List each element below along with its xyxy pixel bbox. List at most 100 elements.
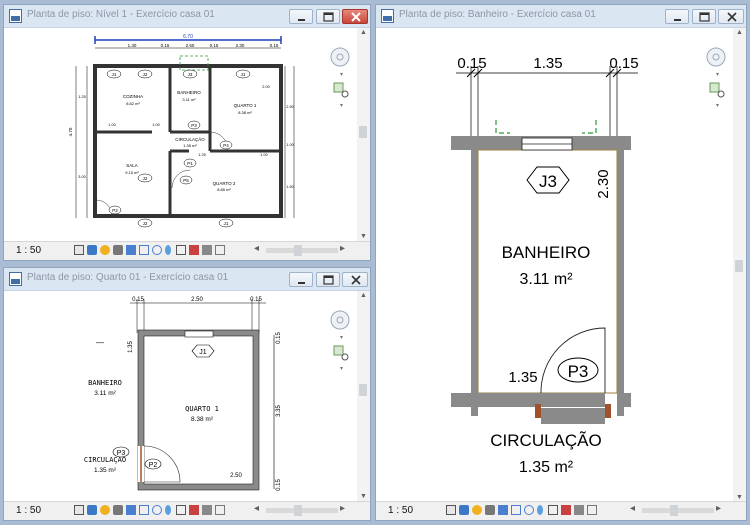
scroll-up-arrow[interactable]: ▲ [733,29,746,36]
reveal-hidden-icon[interactable] [165,245,171,255]
app-icon[interactable] [381,9,394,23]
vertical-scrollbar[interactable]: ▲ ▼ [733,28,746,502]
show-crop-icon[interactable] [139,505,149,515]
horizontal-scrollbar[interactable]: ◂ ▸ [252,503,352,517]
maximize-icon [323,275,334,285]
shadows-icon[interactable] [485,505,495,515]
hscroll-thumb[interactable] [670,505,678,516]
app-icon[interactable] [9,272,22,286]
maximize-button[interactable] [692,9,716,24]
room-name: BANHEIRO [502,243,591,262]
sun-path-icon[interactable] [472,505,482,515]
floor-plan-drawing[interactable]: 6.70 1.30 0.15 2.50 0.15 2.30 0.15 4.70 … [4,28,344,238]
window-banheiro[interactable]: Planta de piso: Banheiro - Exercício cas… [375,4,747,521]
minimize-button[interactable] [289,272,313,287]
minimize-button[interactable] [665,9,689,24]
window-title: Planta de piso: Banheiro - Exercício cas… [399,9,596,20]
sun-path-icon[interactable] [100,245,110,255]
close-button[interactable] [342,9,368,24]
vertical-scrollbar[interactable]: ▲ ▼ [357,28,370,241]
hscroll-thumb[interactable] [294,245,302,256]
crop-view-icon[interactable] [126,245,136,255]
maximize-button[interactable] [316,272,340,287]
worksharing-icon[interactable] [189,505,199,515]
scroll-thumb[interactable] [735,260,743,272]
scroll-down-arrow[interactable]: ▼ [357,233,370,240]
zoom-region-icon[interactable] [333,82,349,98]
show-crop-icon[interactable] [139,245,149,255]
scroll-left-arrow[interactable]: ◂ [254,243,259,254]
view-controls[interactable] [74,505,254,517]
shadows-icon[interactable] [113,245,123,255]
zoom-region-icon[interactable] [709,82,725,98]
view-scale[interactable]: 1 : 50 [16,505,41,516]
zoom-region-icon[interactable] [333,345,349,361]
window-quarto-01[interactable]: Planta de piso: Quarto 01 - Exercício ca… [3,267,371,521]
app-icon[interactable] [9,9,22,23]
scroll-right-arrow[interactable]: ▸ [716,503,721,514]
temporary-hide-icon[interactable] [152,505,162,515]
reveal-hidden-icon[interactable] [165,505,171,515]
maximize-button[interactable] [316,9,340,24]
temp-properties-icon[interactable] [176,505,186,515]
navigation-bar[interactable]: ▾ ▾ [704,45,732,125]
scroll-right-arrow[interactable]: ▸ [340,243,345,254]
scroll-left-arrow[interactable]: ◂ [630,503,635,514]
highlight-displacement-icon[interactable] [215,245,225,255]
view-controls[interactable] [74,245,254,257]
title-bar[interactable]: Planta de piso: Quarto 01 - Exercício ca… [4,268,370,291]
visual-style-icon[interactable] [459,505,469,515]
detail-level-icon[interactable] [74,245,84,255]
crop-view-icon[interactable] [126,505,136,515]
scroll-left-arrow[interactable]: ◂ [254,503,259,514]
title-bar[interactable]: Planta de piso: Banheiro - Exercício cas… [376,5,746,28]
worksharing-icon[interactable] [189,245,199,255]
show-crop-icon[interactable] [511,505,521,515]
sun-path-icon[interactable] [100,505,110,515]
vertical-scrollbar[interactable]: ▲ ▼ [357,291,370,501]
scroll-up-arrow[interactable]: ▲ [357,29,370,36]
temp-properties-icon[interactable] [548,505,558,515]
window-nivel-1[interactable]: Planta de piso: Nível 1 - Exercício casa… [3,4,371,261]
analysis-icon[interactable] [202,505,212,515]
shadows-icon[interactable] [113,505,123,515]
reveal-hidden-icon[interactable] [537,505,543,515]
scroll-down-arrow[interactable]: ▼ [733,494,746,501]
visual-style-icon[interactable] [87,505,97,515]
close-button[interactable] [718,9,744,24]
analysis-icon[interactable] [202,245,212,255]
close-button[interactable] [342,272,368,287]
scroll-thumb[interactable] [359,384,367,396]
view-scale[interactable]: 1 : 50 [16,245,41,256]
steering-wheel-icon[interactable] [706,47,726,67]
navigation-bar[interactable]: ▾ ▾ [328,45,356,125]
detail-level-icon[interactable] [74,505,84,515]
view-scale[interactable]: 1 : 50 [388,505,413,516]
steering-wheel-icon[interactable] [330,310,350,330]
title-bar[interactable]: Planta de piso: Nível 1 - Exercício casa… [4,5,370,28]
navigation-bar[interactable]: ▾ ▾ [328,308,356,388]
hscroll-thumb[interactable] [294,505,302,516]
detail-level-icon[interactable] [446,505,456,515]
highlight-displacement-icon[interactable] [215,505,225,515]
horizontal-scrollbar[interactable]: ◂ ▸ [252,243,352,257]
floor-plan-drawing[interactable]: 0.15 1.35 0.15 2.30 1.35 J3 P3 BANHEIRO [376,28,716,504]
analysis-icon[interactable] [574,505,584,515]
scroll-thumb[interactable] [359,126,367,138]
view-controls[interactable] [446,505,626,517]
minimize-button[interactable] [289,9,313,24]
temp-properties-icon[interactable] [176,245,186,255]
highlight-displacement-icon[interactable] [587,505,597,515]
temporary-hide-icon[interactable] [524,505,534,515]
tag-window: J1 [199,349,207,356]
temporary-hide-icon[interactable] [152,245,162,255]
floor-plan-drawing[interactable]: 0.15 2.50 0.15 0.15 3.35 0.15 1.35 2.50 … [4,291,344,501]
crop-view-icon[interactable] [498,505,508,515]
scroll-right-arrow[interactable]: ▸ [340,503,345,514]
horizontal-scrollbar[interactable]: ◂ ▸ [628,503,728,517]
steering-wheel-icon[interactable] [330,47,350,67]
visual-style-icon[interactable] [87,245,97,255]
worksharing-icon[interactable] [561,505,571,515]
scroll-up-arrow[interactable]: ▲ [357,292,370,299]
scroll-down-arrow[interactable]: ▼ [357,493,370,500]
